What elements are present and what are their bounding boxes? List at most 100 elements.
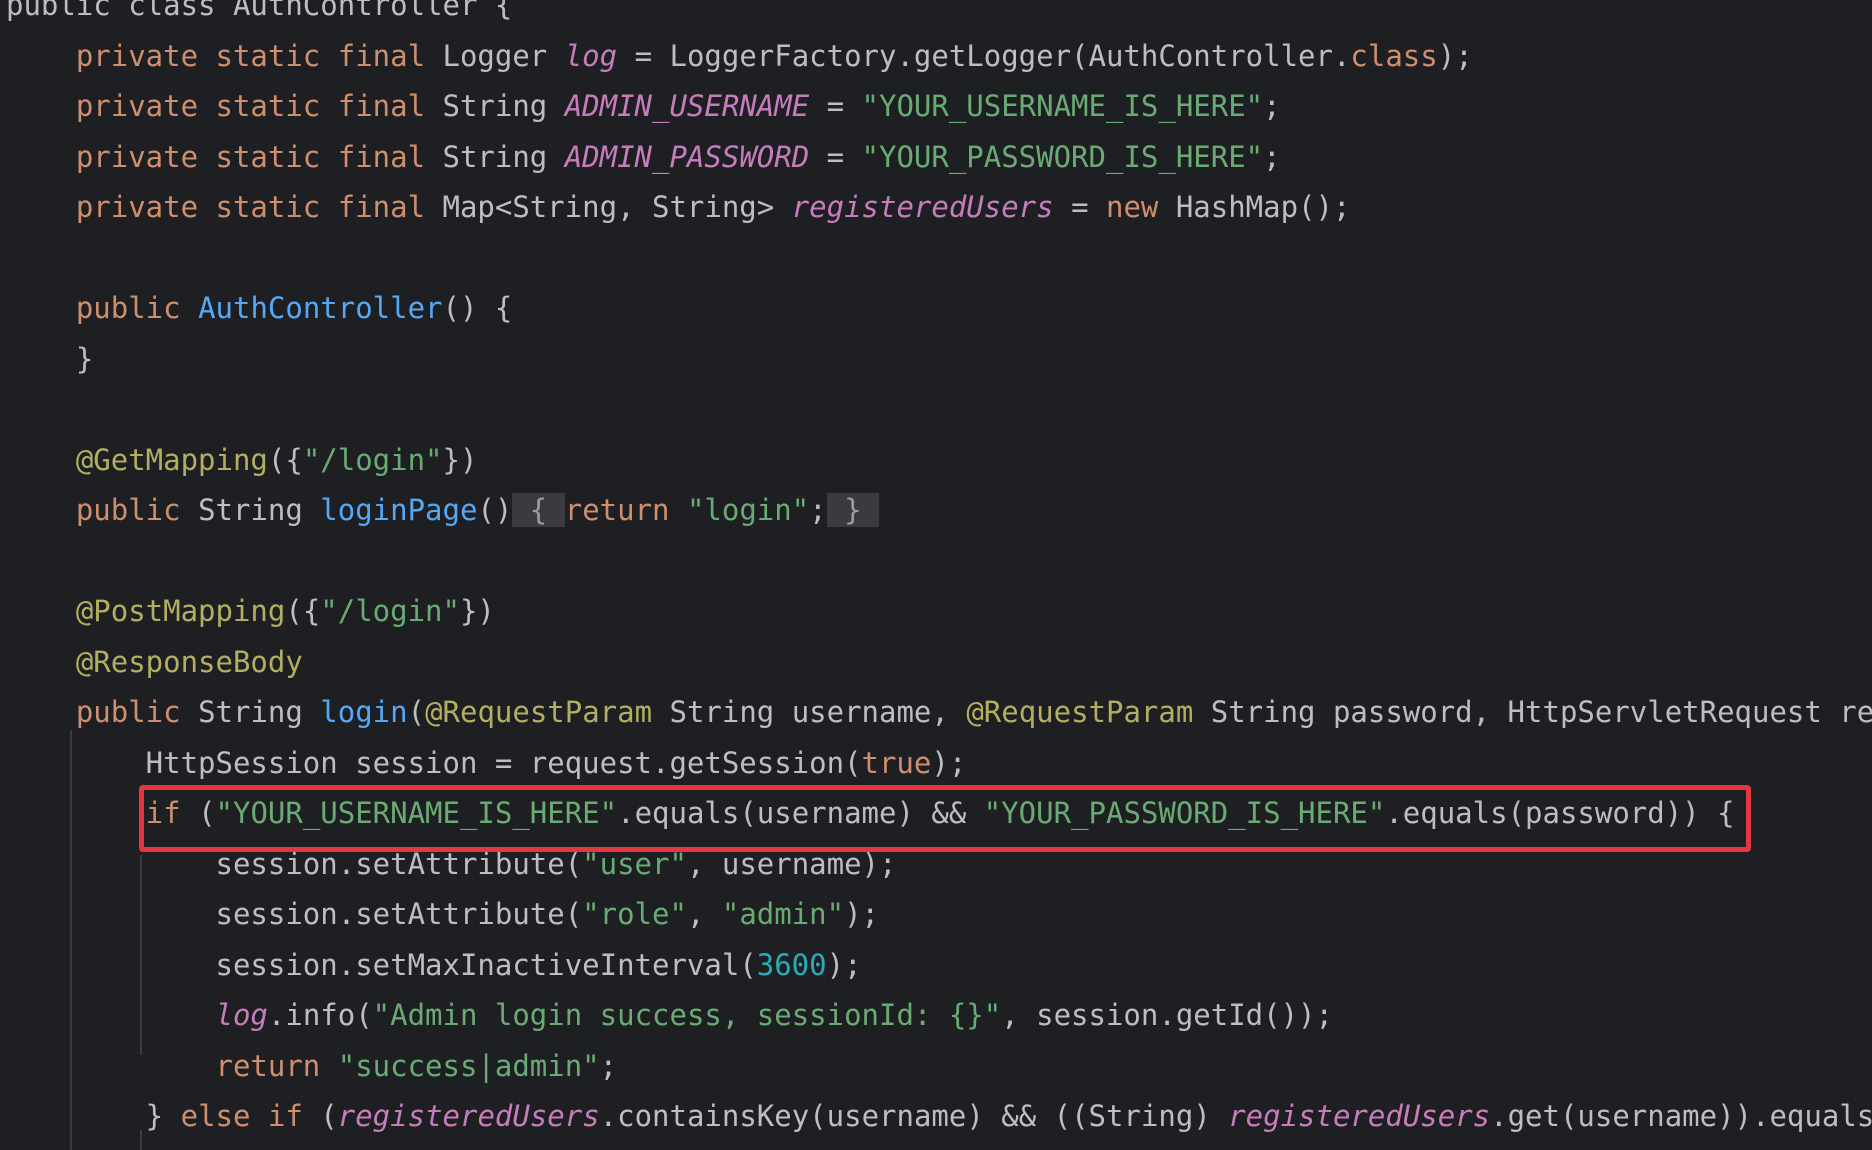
code-token: public class AuthController {: [6, 0, 513, 22]
code-token: 3600: [756, 947, 827, 982]
code-token: String: [198, 695, 321, 729]
code-token: ;: [1263, 139, 1281, 174]
code-token: "admin": [721, 897, 845, 931]
code-line[interactable]: private static final Map<String, String>…: [6, 182, 1351, 232]
code-line[interactable]: session.setMaxInactiveInterval(3600);: [6, 940, 862, 990]
code-token: {: [512, 493, 565, 527]
code-token: Map<String, String>: [442, 190, 792, 224]
code-token: private static final: [6, 190, 443, 224]
code-token: ADMIN_PASSWORD: [564, 139, 810, 174]
code-token: else if: [180, 1099, 321, 1133]
code-token: String username,: [669, 695, 967, 729]
code-line[interactable]: public class AuthController {: [6, 0, 512, 30]
code-line[interactable]: private static final String ADMIN_PASSWO…: [6, 132, 1281, 182]
code-token: (: [198, 796, 216, 830]
code-token: @GetMapping: [6, 442, 268, 477]
code-token: true: [861, 745, 932, 780]
code-token: registeredUsers: [791, 190, 1054, 224]
code-token: );: [826, 947, 862, 982]
code-line[interactable]: log.info("Admin login success, sessionId…: [6, 990, 1333, 1040]
code-token: String password, HttpServletRequest re: [1210, 695, 1872, 729]
code-line[interactable]: session.setAttribute("user", username);: [6, 839, 897, 889]
code-token: =: [809, 139, 862, 174]
code-token: }: [6, 341, 94, 376]
code-token: =: [809, 89, 862, 123]
code-token: "/login": [320, 594, 460, 628]
code-token: session.setAttribute(: [6, 846, 583, 881]
code-token: return: [6, 1048, 338, 1083]
code-token: "login": [686, 493, 810, 527]
code-token: "user": [582, 846, 687, 881]
code-token: "/login": [302, 442, 443, 477]
code-token: .containsKey(username) && ((String): [599, 1099, 1229, 1133]
code-token: );: [844, 897, 879, 931]
code-token: = LoggerFactory.getLogger(AuthController…: [617, 38, 1351, 73]
code-token: String: [442, 139, 565, 174]
code-token: String: [198, 493, 321, 527]
code-token: AuthController: [198, 291, 443, 325]
code-editor[interactable]: public class AuthController { private st…: [0, 0, 1872, 1150]
code-token: (): [477, 493, 513, 527]
code-token: }: [826, 493, 880, 527]
code-token: Logger: [442, 38, 565, 73]
code-line[interactable]: return "success|admin";: [6, 1041, 618, 1091]
code-token: ;: [1263, 89, 1281, 123]
code-token: session.setAttribute(: [6, 897, 583, 931]
code-token: .info(: [267, 998, 373, 1032]
code-token: public: [6, 695, 199, 729]
code-token: HashMap();: [1175, 190, 1351, 224]
code-token: "role": [582, 897, 687, 931]
code-token: public: [6, 493, 199, 527]
code-token: }: [6, 1099, 181, 1133]
code-token: .equals(password)) {: [1385, 796, 1735, 830]
code-token: @ResponseBody: [6, 644, 303, 679]
code-token: ({: [267, 442, 303, 477]
code-token: log: [564, 38, 618, 73]
code-token: registeredUsers: [1228, 1099, 1491, 1133]
code-token: ;: [599, 1048, 618, 1083]
code-token: );: [1437, 38, 1473, 73]
code-line[interactable]: HttpSession session = request.getSession…: [6, 738, 967, 788]
code-token: private static final: [6, 139, 443, 174]
code-line[interactable]: private static final Logger log = Logger…: [6, 31, 1473, 81]
code-line[interactable]: public String login(@RequestParam String…: [6, 687, 1872, 737]
code-line[interactable]: } else if (registeredUsers.containsKey(u…: [6, 1091, 1872, 1141]
code-token: "YOUR_USERNAME_IS_HERE": [861, 89, 1264, 123]
code-token: "YOUR_PASSWORD_IS_HERE": [861, 139, 1264, 174]
code-token: registeredUsers: [337, 1099, 600, 1133]
code-token: "success|admin": [337, 1048, 600, 1083]
code-token: );: [931, 745, 967, 780]
code-line[interactable]: session.setAttribute("role", "admin");: [6, 889, 880, 939]
code-token: }): [459, 594, 495, 628]
code-line[interactable]: if ("YOUR_USERNAME_IS_HERE".equals(usern…: [6, 788, 1735, 838]
code-token: , session.getId());: [1001, 998, 1333, 1032]
code-line[interactable]: public String loginPage() { return "logi…: [6, 485, 880, 535]
code-token: private static final: [6, 38, 443, 73]
code-line[interactable]: public AuthController() {: [6, 283, 513, 333]
code-token: , username);: [686, 846, 897, 881]
code-token: "YOUR_PASSWORD_IS_HERE": [983, 796, 1386, 830]
code-token: ;: [809, 493, 827, 527]
code-token: .equals(username) &&: [617, 796, 984, 830]
code-token: String: [442, 89, 565, 123]
code-line[interactable]: @PostMapping({"/login"}): [6, 586, 495, 636]
code-line[interactable]: @ResponseBody: [6, 637, 303, 687]
code-line[interactable]: @GetMapping({"/login"}): [6, 435, 478, 485]
code-token: .get(username)).equals: [1490, 1099, 1872, 1133]
code-token: log: [215, 998, 268, 1032]
code-token: ,: [686, 897, 722, 931]
code-token: (: [407, 695, 426, 729]
code-token: @RequestParam: [425, 695, 670, 729]
code-token: @RequestParam: [966, 695, 1211, 729]
code-token: @PostMapping: [6, 594, 286, 628]
code-token: return: [564, 493, 687, 527]
code-token: login: [320, 695, 408, 729]
code-token: new: [1106, 190, 1176, 224]
code-line[interactable]: private static final String ADMIN_USERNA…: [6, 81, 1281, 131]
code-token: () {: [442, 291, 513, 325]
code-token: class: [1350, 38, 1438, 73]
code-line[interactable]: }: [6, 334, 93, 384]
code-token: =: [1053, 190, 1106, 224]
code-token: ADMIN_USERNAME: [564, 89, 810, 123]
code-token: session.setMaxInactiveInterval(: [6, 947, 757, 982]
